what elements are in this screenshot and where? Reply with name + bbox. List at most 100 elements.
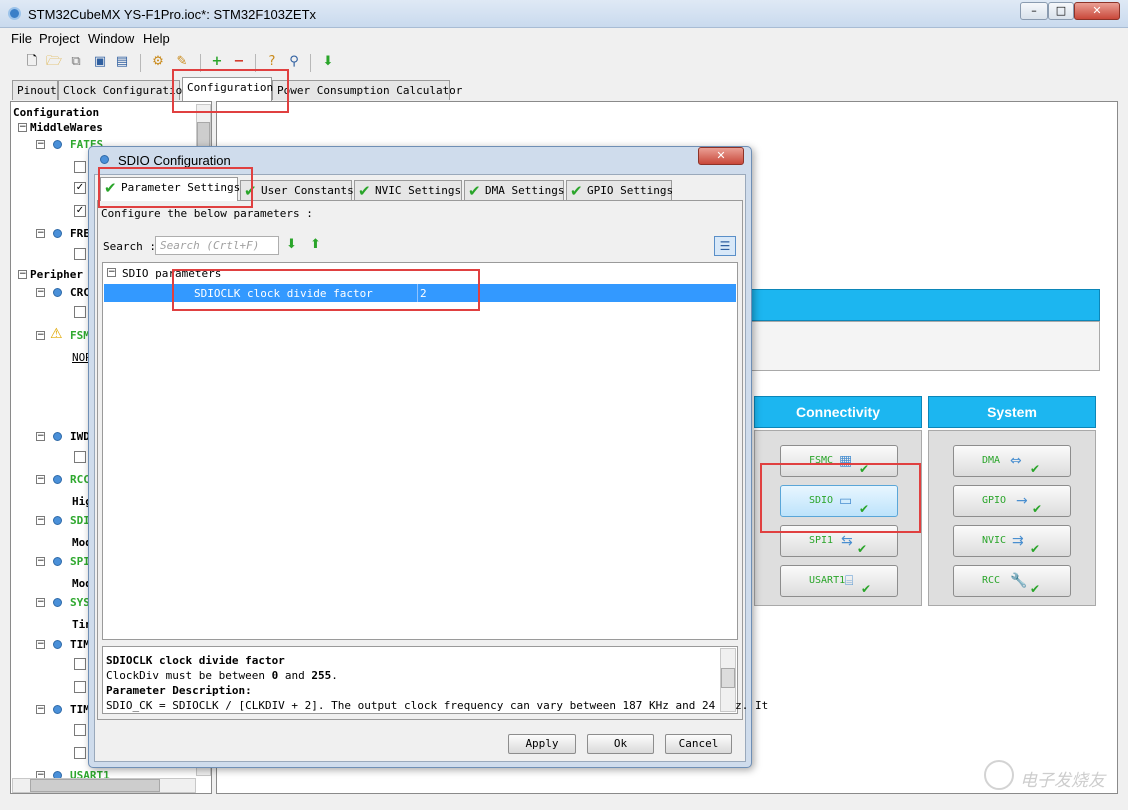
tab-nvic-settings[interactable]: ✔ NVIC Settings <box>354 180 462 200</box>
menu-file[interactable]: File <box>11 31 32 46</box>
nvic-button[interactable]: NVIC ⇉ ✔ <box>953 525 1071 557</box>
usart1-button[interactable]: USART1 ⌸ ✔ <box>780 565 898 597</box>
tree-item-iwdg[interactable]: IWD <box>70 430 90 443</box>
collapse-icon[interactable]: − <box>36 705 45 714</box>
nvic-label: NVIC <box>982 535 1007 546</box>
maximize-button[interactable]: □ <box>1048 2 1074 20</box>
title-bar: STM32CubeMX YS-F1Pro.ioc*: STM32F103ZETx… <box>0 0 1128 28</box>
menu-window[interactable]: Window <box>88 31 134 46</box>
generate-code-icon[interactable]: ⚙ <box>148 52 168 72</box>
tree-item-sdio[interactable]: SDI <box>70 514 90 527</box>
tree-item-sys[interactable]: SYS <box>70 596 90 609</box>
scroll-thumb[interactable] <box>721 668 735 688</box>
dialog-close-button[interactable]: ✕ <box>698 147 744 165</box>
tab-gpio-settings[interactable]: ✔ GPIO Settings <box>566 180 674 200</box>
close-button[interactable]: ✕ <box>1074 2 1120 20</box>
tab-power-consumption-calculator[interactable]: Power Consumption Calculator <box>272 80 462 100</box>
spi1-label: SPI1 <box>809 535 834 546</box>
ok-check-icon: ✔ <box>1030 582 1041 596</box>
collapse-icon[interactable]: − <box>36 516 45 525</box>
tree-item-crc[interactable]: CRC <box>70 286 90 299</box>
tree-root-configuration: Configuration <box>13 106 100 119</box>
scroll-thumb[interactable] <box>30 779 160 792</box>
collapse-icon[interactable]: − <box>36 140 45 149</box>
usart1-label: USART1 <box>809 575 846 586</box>
description-title: SDIOCLK clock divide factor <box>106 654 285 667</box>
search-input[interactable]: Search (Crtl+F) <box>155 236 279 255</box>
new-file-icon[interactable]: 🗋 <box>22 52 42 72</box>
collapse-icon[interactable]: − <box>36 640 45 649</box>
highlight-sdio-button <box>760 463 921 533</box>
save-icon[interactable]: ▣ <box>90 52 110 72</box>
ok-check-icon: ✔ <box>857 542 868 556</box>
rcc-button[interactable]: RCC 🔧 ✔ <box>953 565 1071 597</box>
checkbox[interactable] <box>74 451 86 463</box>
minimize-button[interactable]: – <box>1020 2 1048 20</box>
app-icon <box>8 7 21 20</box>
checkbox[interactable] <box>74 658 86 670</box>
node-icon <box>53 288 62 297</box>
ok-check-icon: ✔ <box>1032 502 1043 516</box>
checkbox[interactable] <box>74 248 86 260</box>
apply-button[interactable]: Apply <box>508 734 576 754</box>
tab-nvic-settings-label: NVIC Settings <box>375 184 462 197</box>
download-arrow-icon[interactable]: ⬇ <box>318 52 338 72</box>
search-label: Search : <box>103 240 156 253</box>
collapse-icon[interactable]: − <box>36 557 45 566</box>
tree-item-spi[interactable]: SPI <box>70 555 90 568</box>
ok-check-icon: ✔ <box>570 182 583 200</box>
node-icon <box>53 516 62 525</box>
checkbox[interactable] <box>74 681 86 693</box>
middlewares-panel <box>740 321 1100 371</box>
tab-user-constants-label: User Constants <box>261 184 354 197</box>
save-all-icon[interactable]: ▤ <box>112 52 132 72</box>
collapse-icon[interactable]: − <box>18 123 27 132</box>
cancel-button[interactable]: Cancel <box>665 734 732 754</box>
ok-button[interactable]: Ok <box>587 734 654 754</box>
collapse-icon[interactable]: − <box>36 331 45 340</box>
search-prev-icon[interactable]: ⬆ <box>310 237 321 252</box>
collapse-icon[interactable]: − <box>36 229 45 238</box>
tree-peripherals[interactable]: Peripher <box>30 268 83 281</box>
checkbox[interactable]: ✓ <box>74 205 86 217</box>
gpio-button[interactable]: GPIO → ✔ <box>953 485 1071 517</box>
checkbox[interactable] <box>74 747 86 759</box>
menu-help[interactable]: Help <box>143 31 170 46</box>
list-view-icon[interactable]: ☰ <box>714 236 736 256</box>
watermark-text: 电子发烧友 <box>1020 771 1105 791</box>
tree-item-fsmc[interactable]: FSM <box>70 329 90 342</box>
copy-icon[interactable]: ⧉ <box>66 52 86 72</box>
open-folder-icon[interactable]: 🗁 <box>44 52 64 72</box>
description-text: SDIO_CK = SDIOCLK / [CLKDIV + 2]. The ou… <box>106 699 769 712</box>
highlight-parameter-row <box>172 269 480 311</box>
checkbox[interactable] <box>74 161 86 173</box>
node-icon <box>53 640 62 649</box>
tree-item-rcc[interactable]: RCC <box>70 473 90 486</box>
tree-item-tim[interactable]: TIM <box>70 638 90 651</box>
node-icon <box>53 140 62 149</box>
highlight-parameter-settings-tab <box>98 167 253 208</box>
collapse-icon[interactable]: − <box>36 432 45 441</box>
tree-freertos[interactable]: FRE <box>70 227 90 240</box>
checkbox[interactable]: ✓ <box>74 182 86 194</box>
toolbar-separator <box>310 54 311 72</box>
tree-middlewares[interactable]: MiddleWares <box>30 121 103 134</box>
collapse-icon[interactable]: − <box>107 268 116 277</box>
window-title: STM32CubeMX YS-F1Pro.ioc*: STM32F103ZETx <box>28 7 317 22</box>
collapse-icon[interactable]: − <box>36 475 45 484</box>
menu-project[interactable]: Project <box>39 31 79 46</box>
toolbar <box>0 50 1128 77</box>
tab-gpio-settings-label: GPIO Settings <box>587 184 674 197</box>
tab-dma-settings[interactable]: ✔ DMA Settings <box>464 180 564 200</box>
tree-item-tim2[interactable]: TIM <box>70 703 90 716</box>
dma-button[interactable]: DMA ⇔ ✔ <box>953 445 1071 477</box>
tab-pinout[interactable]: Pinout <box>12 80 58 100</box>
collapse-icon[interactable]: − <box>18 270 27 279</box>
checkbox[interactable] <box>74 306 86 318</box>
tab-clock-configuration[interactable]: Clock Configuration <box>58 80 189 100</box>
tab-user-constants[interactable]: ✔ User Constants <box>240 180 354 200</box>
checkbox[interactable] <box>74 724 86 736</box>
search-next-icon[interactable]: ⬇ <box>286 237 297 252</box>
collapse-icon[interactable]: − <box>36 288 45 297</box>
collapse-icon[interactable]: − <box>36 598 45 607</box>
